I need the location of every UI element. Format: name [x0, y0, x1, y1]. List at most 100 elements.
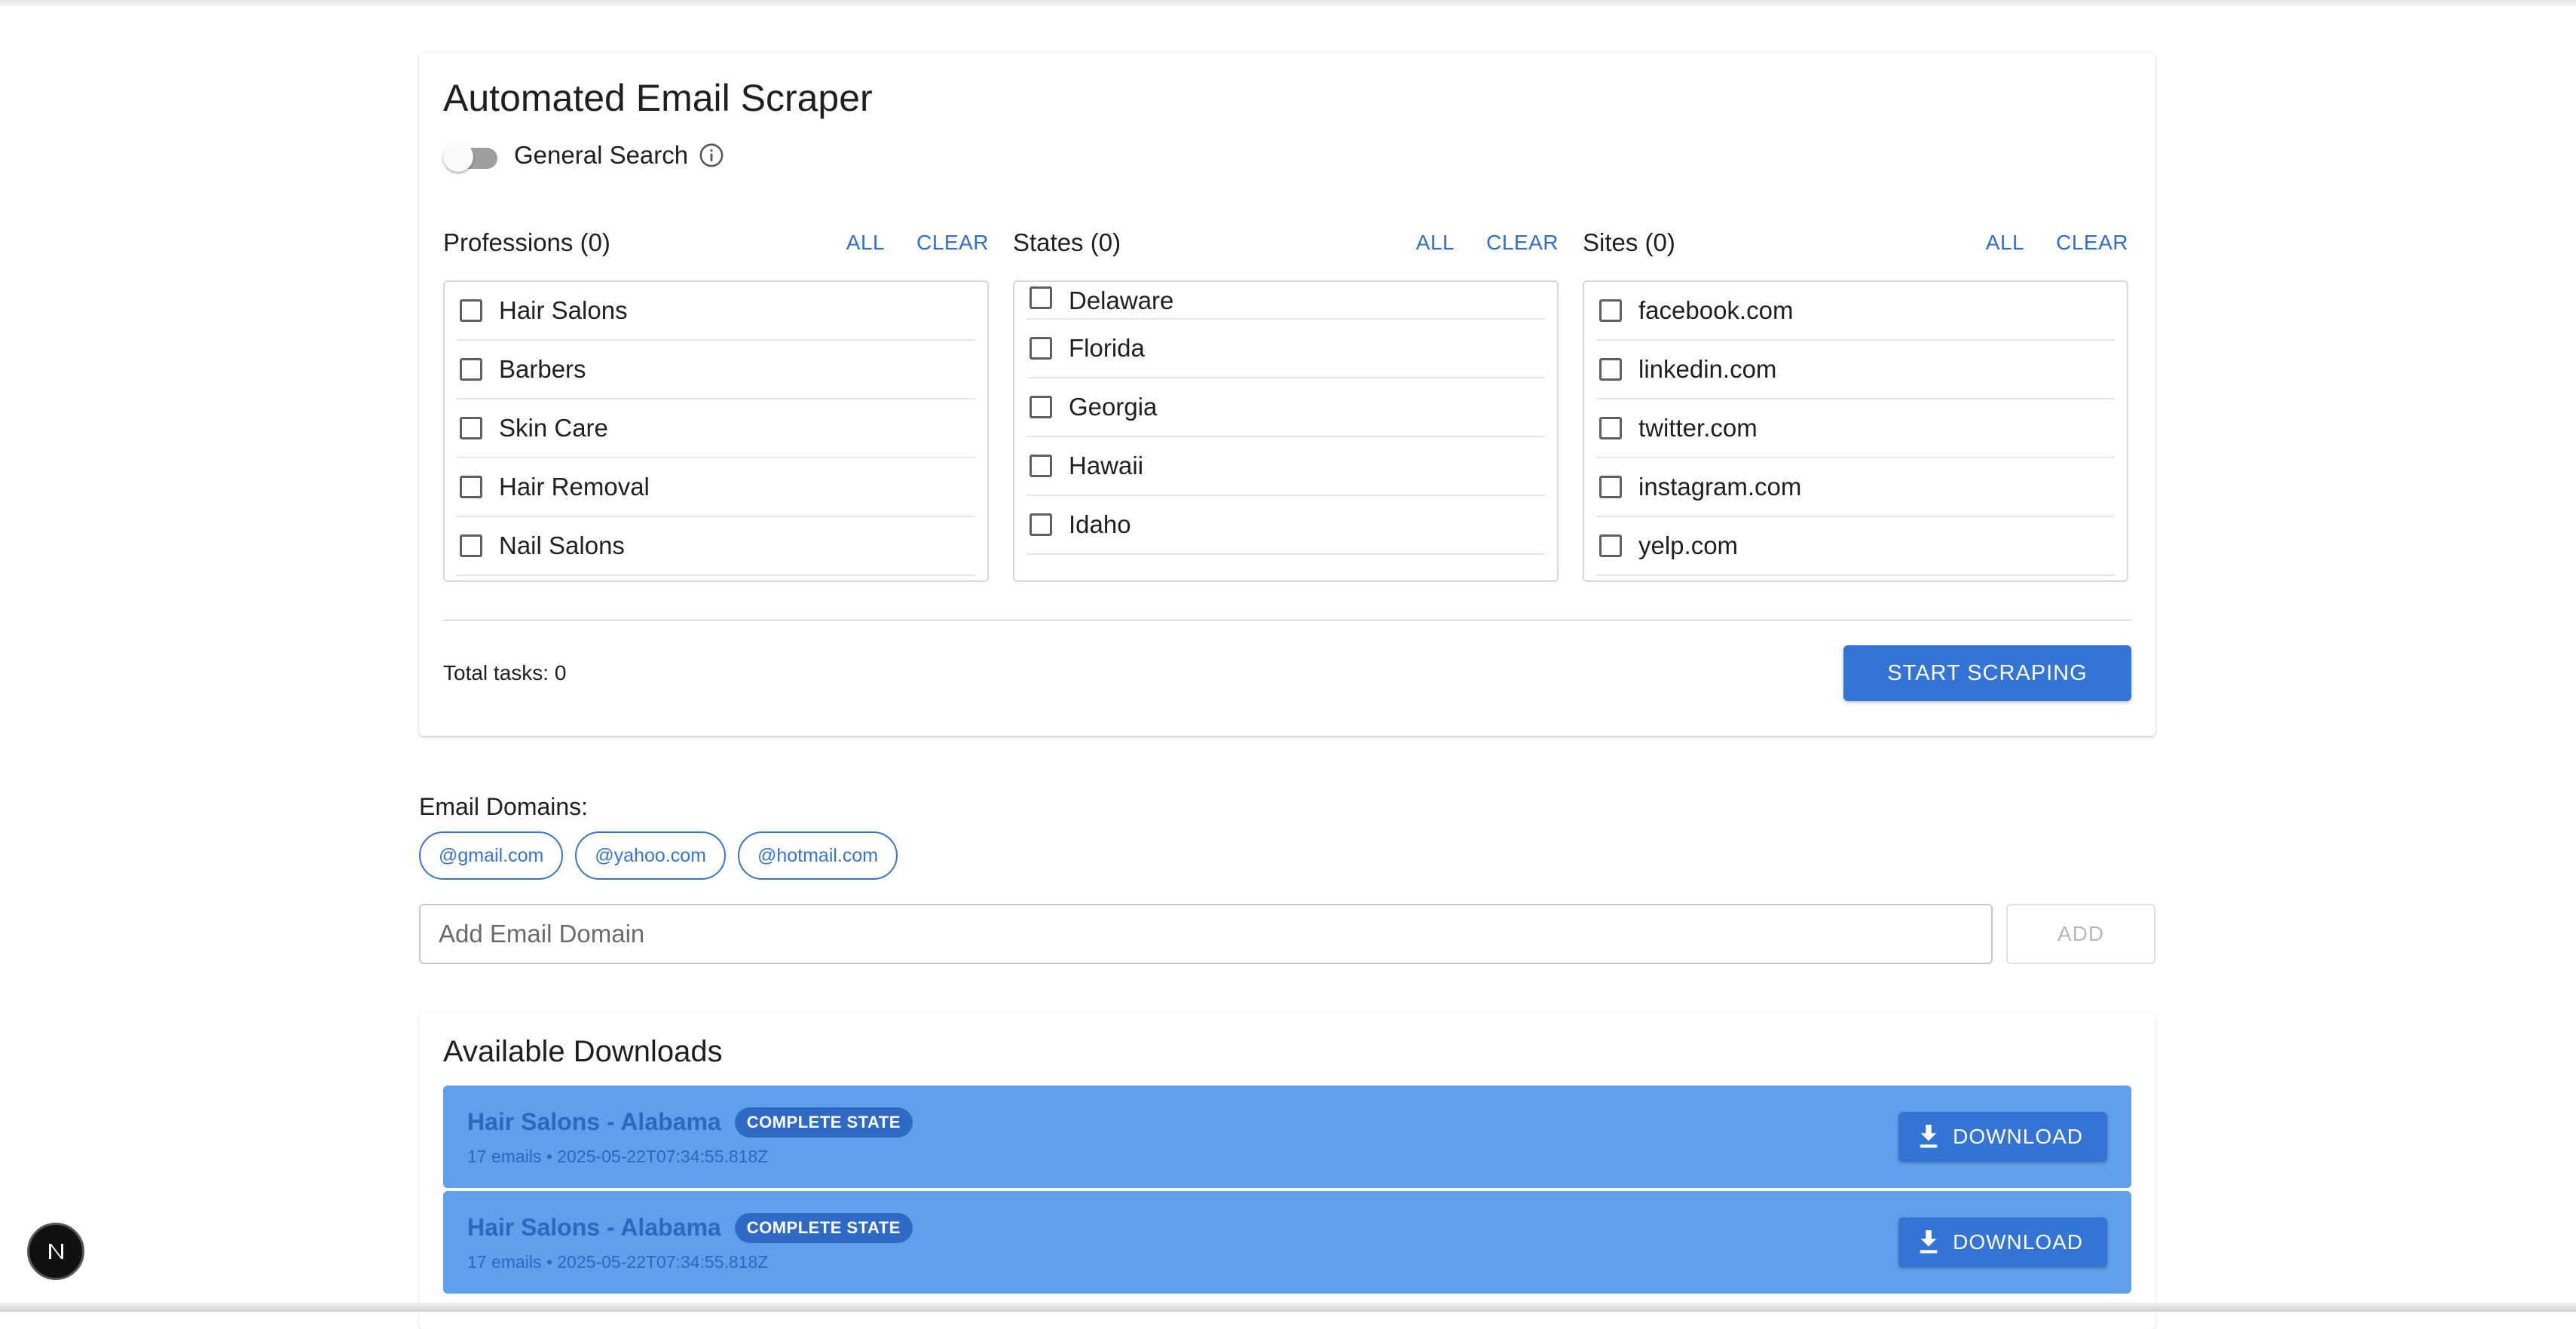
- item-label: Hair Removal: [499, 473, 650, 501]
- download-icon: [1920, 1230, 1938, 1254]
- checkbox[interactable]: [1599, 299, 1622, 322]
- list-item[interactable]: Georgia: [1026, 378, 1545, 437]
- sites-all-button[interactable]: ALL: [1986, 231, 2024, 255]
- add-domain-row: ADD: [419, 904, 2155, 964]
- sites-clear-button[interactable]: CLEAR: [2056, 231, 2128, 255]
- professions-all-button[interactable]: ALL: [846, 231, 885, 255]
- download-meta: 17 emails • 2025-05-22T07:34:55.818Z: [467, 1251, 769, 1272]
- checkbox[interactable]: [460, 476, 482, 498]
- downloads-title: Available Downloads: [443, 1035, 723, 1068]
- checkbox[interactable]: [1599, 534, 1622, 557]
- download-title-line: Hair Salons - Alabama COMPLETE STATE: [467, 1107, 913, 1138]
- item-label: instagram.com: [1638, 473, 1802, 501]
- professions-clear-button[interactable]: CLEAR: [916, 231, 989, 255]
- list-item[interactable]: Nail Salons: [457, 517, 975, 576]
- page-title: Automated Email Scraper: [443, 77, 873, 119]
- checkbox[interactable]: [460, 534, 482, 557]
- add-domain-button[interactable]: ADD: [2006, 904, 2155, 964]
- selection-columns: Professions (0) ALL CLEAR Hair Salons Ba…: [443, 222, 2131, 582]
- download-button-label: DOWNLOAD: [1953, 1230, 2083, 1254]
- sites-column: Sites (0) ALL CLEAR facebook.com linkedi…: [1583, 222, 2128, 582]
- checkbox[interactable]: [1029, 337, 1052, 360]
- checkbox[interactable]: [460, 417, 482, 439]
- list-item[interactable]: Hair Salons: [457, 282, 975, 341]
- download-title-line: Hair Salons - Alabama COMPLETE STATE: [467, 1212, 913, 1243]
- checkbox[interactable]: [1029, 396, 1052, 418]
- sites-list[interactable]: facebook.com linkedin.com twitter.com in…: [1583, 280, 2128, 582]
- email-domains-section: Email Domains: @gmail.com @yahoo.com @ho…: [419, 793, 2155, 964]
- general-search-row: General Search: [443, 134, 2131, 176]
- list-item[interactable]: linkedin.com: [1596, 341, 2115, 400]
- bottom-edge: [0, 1303, 2576, 1312]
- download-meta: 17 emails • 2025-05-22T07:34:55.818Z: [467, 1146, 769, 1166]
- list-item[interactable]: Delaware: [1026, 282, 1545, 320]
- list-item[interactable]: twitter.com: [1596, 400, 2115, 458]
- next-n-icon: [49, 1244, 63, 1259]
- checkbox[interactable]: [460, 299, 482, 322]
- states-list[interactable]: Delaware Florida Georgia Hawaii Idaho: [1013, 280, 1559, 582]
- next-logo-icon[interactable]: [27, 1223, 84, 1280]
- item-label: facebook.com: [1638, 296, 1794, 324]
- download-button-label: DOWNLOAD: [1953, 1125, 2083, 1148]
- download-row: Hair Salons - Alabama COMPLETE STATE 17 …: [443, 1191, 2131, 1294]
- download-info: Hair Salons - Alabama COMPLETE STATE 17 …: [467, 1107, 913, 1167]
- list-item[interactable]: facebook.com: [1596, 282, 2115, 341]
- item-label: Florida: [1069, 334, 1145, 362]
- start-scraping-button[interactable]: START SCRAPING: [1843, 645, 2131, 701]
- list-item[interactable]: Hawaii: [1026, 437, 1545, 496]
- divider: [443, 620, 2131, 621]
- professions-column: Professions (0) ALL CLEAR Hair Salons Ba…: [443, 222, 989, 582]
- domain-chip[interactable]: @hotmail.com: [737, 831, 898, 880]
- general-search-toggle[interactable]: [443, 140, 497, 172]
- list-item[interactable]: instagram.com: [1596, 458, 2115, 517]
- item-label: Skin Care: [499, 414, 608, 442]
- professions-header: Professions (0) ALL CLEAR: [443, 222, 989, 264]
- list-item[interactable]: Hair Removal: [457, 458, 975, 517]
- item-label: yelp.com: [1638, 531, 1739, 559]
- states-clear-button[interactable]: CLEAR: [1486, 231, 1559, 255]
- list-item[interactable]: Skin Care: [457, 400, 975, 458]
- domain-chip[interactable]: @gmail.com: [419, 831, 564, 880]
- download-name: Hair Salons - Alabama: [467, 1214, 721, 1241]
- states-all-button[interactable]: ALL: [1416, 231, 1455, 255]
- states-title: States (0): [1013, 228, 1121, 256]
- status-badge: COMPLETE STATE: [734, 1212, 913, 1243]
- list-item[interactable]: Idaho: [1026, 496, 1545, 555]
- item-label: Delaware: [1069, 286, 1174, 314]
- email-domains-title: Email Domains:: [419, 793, 589, 820]
- toggle-thumb: [443, 142, 473, 172]
- status-badge: COMPLETE STATE: [734, 1107, 913, 1138]
- info-icon[interactable]: [699, 142, 724, 168]
- sites-header: Sites (0) ALL CLEAR: [1583, 222, 2128, 264]
- download-icon: [1920, 1125, 1938, 1148]
- item-label: Barbers: [499, 355, 586, 383]
- item-label: Georgia: [1069, 393, 1158, 421]
- download-name: Hair Salons - Alabama: [467, 1108, 721, 1135]
- item-label: linkedin.com: [1638, 355, 1777, 383]
- checkbox[interactable]: [460, 358, 482, 381]
- checkbox[interactable]: [1029, 455, 1052, 477]
- add-email-domain-input[interactable]: [419, 904, 1993, 964]
- item-label: twitter.com: [1638, 414, 1758, 442]
- download-button[interactable]: DOWNLOAD: [1898, 1217, 2107, 1267]
- professions-title: Professions (0): [443, 228, 610, 256]
- list-item[interactable]: Florida: [1026, 320, 1545, 378]
- sites-title: Sites (0): [1583, 228, 1675, 256]
- item-label: Hair Salons: [499, 296, 628, 324]
- checkbox[interactable]: [1599, 476, 1622, 498]
- download-info: Hair Salons - Alabama COMPLETE STATE 17 …: [467, 1212, 913, 1272]
- downloads-card: Available Downloads Hair Salons - Alabam…: [419, 1012, 2155, 1329]
- checkbox[interactable]: [1029, 286, 1052, 309]
- checkbox[interactable]: [1029, 513, 1052, 536]
- item-label: Hawaii: [1069, 452, 1144, 479]
- scraper-footer: Total tasks: 0 START SCRAPING: [443, 645, 2131, 701]
- total-tasks: Total tasks: 0: [443, 661, 567, 684]
- checkbox[interactable]: [1599, 358, 1622, 381]
- professions-list[interactable]: Hair Salons Barbers Skin Care Hair Remov…: [443, 280, 989, 582]
- download-row: Hair Salons - Alabama COMPLETE STATE 17 …: [443, 1086, 2131, 1188]
- list-item[interactable]: yelp.com: [1596, 517, 2115, 576]
- list-item[interactable]: Barbers: [457, 341, 975, 400]
- download-button[interactable]: DOWNLOAD: [1898, 1112, 2107, 1162]
- checkbox[interactable]: [1599, 417, 1622, 439]
- domain-chip[interactable]: @yahoo.com: [575, 831, 726, 880]
